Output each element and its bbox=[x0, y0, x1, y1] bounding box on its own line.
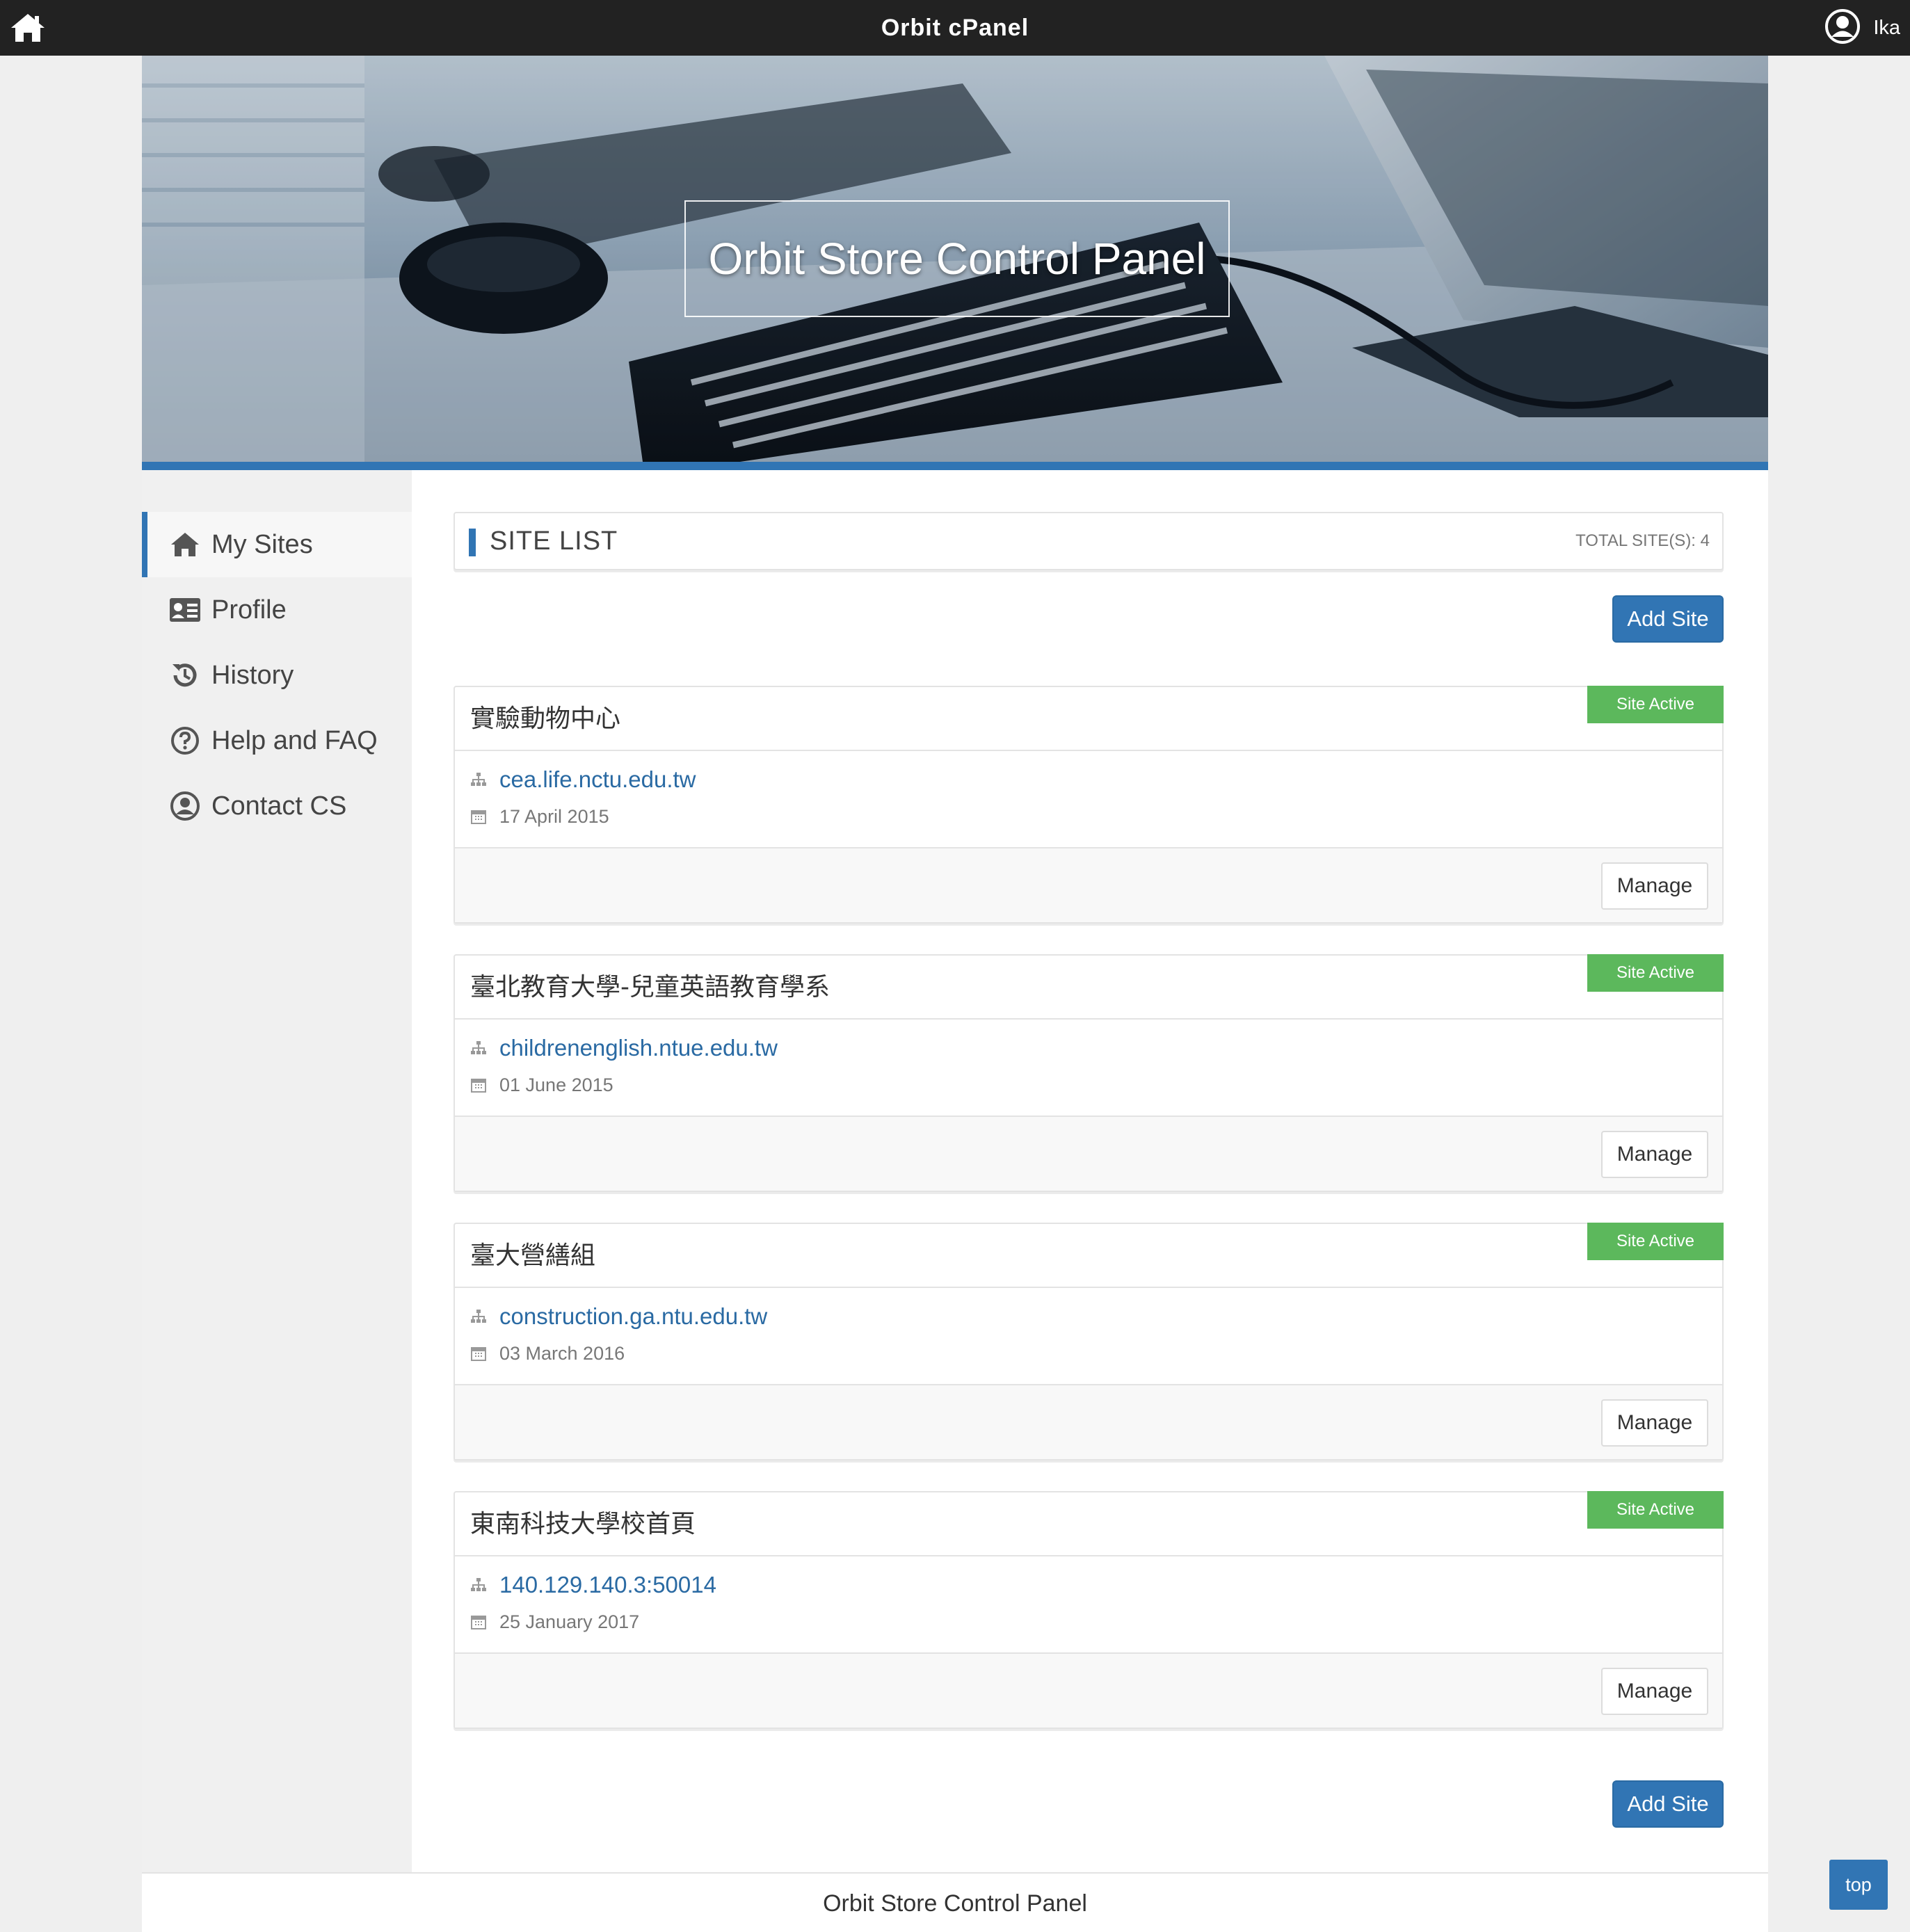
question-circle-icon bbox=[168, 724, 202, 757]
site-card-footer: Manage bbox=[455, 1384, 1722, 1459]
sidebar-item-label: Help and FAQ bbox=[211, 725, 378, 755]
user-menu[interactable]: Ika bbox=[1824, 8, 1900, 47]
sidebar-item-help-faq[interactable]: Help and FAQ bbox=[142, 708, 412, 773]
site-card-header: 臺北教育大學-兒童英語教育學系 Site Active bbox=[455, 954, 1724, 1020]
main-content: SITE LIST TOTAL SITE(S): 4 Add Site 實驗動物… bbox=[412, 470, 1768, 1928]
site-domain-row: 140.129.140.3:50014 bbox=[469, 1570, 716, 1600]
history-icon bbox=[168, 659, 202, 692]
site-name: 臺大營繕組 bbox=[470, 1241, 596, 1270]
calendar-icon bbox=[469, 1344, 488, 1363]
sidebar-item-label: Contact CS bbox=[211, 791, 347, 821]
site-card: 臺北教育大學-兒童英語教育學系 Site Active childrenengl… bbox=[454, 954, 1724, 1192]
sitemap-icon bbox=[469, 770, 488, 789]
top-navbar: Orbit cPanel Ika bbox=[0, 0, 1910, 56]
site-domain-link[interactable]: construction.ga.ntu.edu.tw bbox=[499, 1303, 767, 1330]
banner-title: Orbit Store Control Panel bbox=[708, 234, 1206, 284]
site-name: 實驗動物中心 bbox=[470, 705, 621, 733]
site-card-header: 東南科技大學校首頁 Site Active bbox=[455, 1491, 1724, 1556]
sidebar-item-label: History bbox=[211, 660, 294, 690]
user-circle-icon bbox=[168, 789, 202, 823]
site-domain-link[interactable]: cea.life.nctu.edu.tw bbox=[499, 766, 696, 793]
calendar-icon bbox=[469, 807, 488, 826]
manage-button[interactable]: Manage bbox=[1601, 1131, 1708, 1178]
status-badge: Site Active bbox=[1587, 686, 1724, 723]
site-date-row: 25 January 2017 bbox=[469, 1609, 639, 1634]
sitemap-icon bbox=[469, 1575, 488, 1595]
site-name: 東南科技大學校首頁 bbox=[470, 1510, 696, 1538]
status-badge: Site Active bbox=[1587, 1223, 1724, 1260]
total-sites-count: TOTAL SITE(S): 4 bbox=[1575, 531, 1710, 550]
id-card-icon bbox=[168, 593, 202, 627]
status-badge: Site Active bbox=[1587, 1491, 1724, 1529]
sidebar-item-profile[interactable]: Profile bbox=[142, 577, 412, 643]
heading-accent-bar bbox=[469, 529, 476, 556]
back-to-top-button[interactable]: top bbox=[1829, 1860, 1888, 1910]
header-banner-image: Orbit Store Control Panel bbox=[142, 56, 1768, 462]
site-card-footer: Manage bbox=[455, 847, 1722, 922]
sidebar-item-my-sites[interactable]: My Sites bbox=[142, 512, 412, 577]
calendar-icon bbox=[469, 1612, 488, 1632]
add-site-button-bottom[interactable]: Add Site bbox=[1612, 1780, 1724, 1828]
site-created-date: 01 June 2015 bbox=[499, 1074, 613, 1095]
sidebar-item-contact-cs[interactable]: Contact CS bbox=[142, 773, 412, 839]
page-footer: Orbit Store Control Panel bbox=[142, 1872, 1768, 1932]
site-domain-row: construction.ga.ntu.edu.tw bbox=[469, 1302, 767, 1331]
manage-button[interactable]: Manage bbox=[1601, 1399, 1708, 1447]
sitemap-icon bbox=[469, 1307, 488, 1326]
site-card: 東南科技大學校首頁 Site Active 140.129.140.3:5001… bbox=[454, 1491, 1724, 1729]
app-title: Orbit cPanel bbox=[881, 15, 1029, 41]
site-card-footer: Manage bbox=[455, 1116, 1722, 1191]
add-site-button-top[interactable]: Add Site bbox=[1612, 595, 1724, 643]
site-domain-row: cea.life.nctu.edu.tw bbox=[469, 765, 696, 794]
site-list-header: SITE LIST TOTAL SITE(S): 4 bbox=[454, 512, 1724, 570]
user-name: Ika bbox=[1873, 16, 1900, 39]
site-domain-link[interactable]: childrenenglish.ntue.edu.tw bbox=[499, 1035, 778, 1061]
site-created-date: 17 April 2015 bbox=[499, 805, 609, 827]
site-date-row: 17 April 2015 bbox=[469, 804, 609, 829]
site-created-date: 25 January 2017 bbox=[499, 1611, 640, 1632]
manage-button[interactable]: Manage bbox=[1601, 862, 1708, 910]
banner-title-box: Orbit Store Control Panel bbox=[684, 200, 1230, 317]
sidebar-item-label: My Sites bbox=[211, 529, 313, 559]
site-card-header: 臺大營繕組 Site Active bbox=[455, 1223, 1724, 1288]
site-name: 臺北教育大學-兒童英語教育學系 bbox=[470, 973, 830, 1001]
sidebar-item-history[interactable]: History bbox=[142, 643, 412, 708]
site-card-header: 實驗動物中心 Site Active bbox=[455, 686, 1724, 751]
sitemap-icon bbox=[469, 1038, 488, 1058]
page-container: Orbit Store Control Panel My Sites Profi… bbox=[142, 56, 1768, 1932]
banner-accent-bar bbox=[142, 462, 1768, 470]
sidebar-item-label: Profile bbox=[211, 595, 287, 625]
site-domain-row: childrenenglish.ntue.edu.tw bbox=[469, 1033, 778, 1063]
site-created-date: 03 March 2016 bbox=[499, 1342, 625, 1364]
site-card: 臺大營繕組 Site Active construction.ga.ntu.ed… bbox=[454, 1223, 1724, 1460]
calendar-icon bbox=[469, 1075, 488, 1095]
home-icon bbox=[168, 528, 202, 561]
sidebar: My Sites Profile History Help and FAQ Co… bbox=[142, 470, 412, 1928]
user-circle-icon bbox=[1824, 8, 1861, 48]
site-card-footer: Manage bbox=[455, 1652, 1722, 1728]
site-domain-link[interactable]: 140.129.140.3:50014 bbox=[499, 1572, 716, 1598]
site-date-row: 01 June 2015 bbox=[469, 1072, 613, 1097]
site-list-heading: SITE LIST bbox=[490, 526, 618, 556]
status-badge: Site Active bbox=[1587, 954, 1724, 992]
manage-button[interactable]: Manage bbox=[1601, 1668, 1708, 1715]
site-date-row: 03 March 2016 bbox=[469, 1341, 625, 1366]
site-card: 實驗動物中心 Site Active cea.life.nctu.edu.tw … bbox=[454, 686, 1724, 924]
